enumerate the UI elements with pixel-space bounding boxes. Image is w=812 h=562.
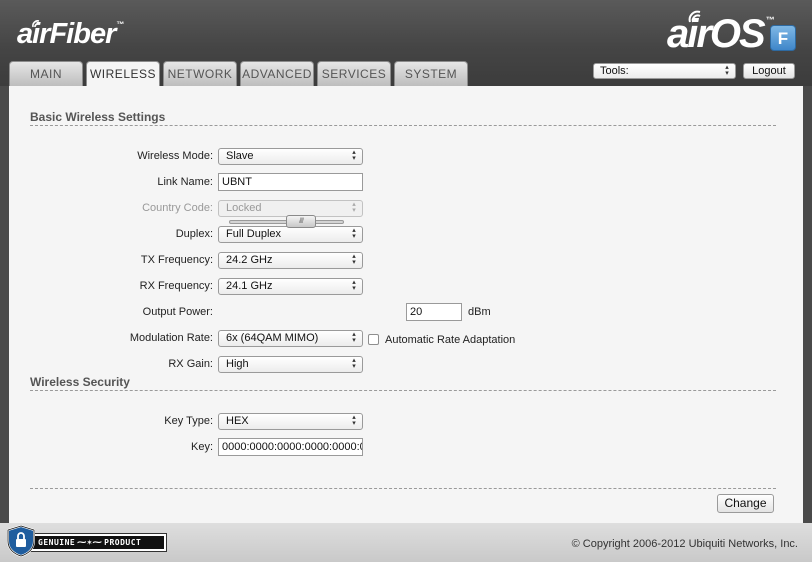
link-name-input[interactable]: UBNT bbox=[218, 173, 363, 191]
airos-tm: ™ bbox=[765, 15, 775, 25]
select-arrows-icon: ▴ ▾ bbox=[725, 64, 729, 77]
rx-frequency-label: RX Frequency: bbox=[139, 280, 213, 292]
key-type-select[interactable]: HEX ▴ ▾ bbox=[218, 413, 363, 430]
genuine-product-bar: GENUINE ⁓✶⁓ PRODUCT bbox=[23, 533, 167, 552]
main-panel: Basic Wireless Settings Wireless Mode: S… bbox=[9, 86, 803, 523]
country-code-label: Country Code: bbox=[142, 202, 213, 214]
shield-lock-icon bbox=[7, 525, 35, 557]
select-arrows-icon: ▴ ▾ bbox=[352, 149, 356, 162]
key-label: Key: bbox=[190, 441, 213, 453]
select-arrows-icon: ▴ ▾ bbox=[352, 414, 356, 427]
output-power-label: Output Power: bbox=[142, 306, 213, 318]
tab-main[interactable]: MAIN bbox=[9, 61, 83, 86]
wireless-mode-label: Wireless Mode: bbox=[137, 150, 213, 162]
key-type-value: HEX bbox=[226, 415, 249, 427]
key-input[interactable]: 0000:0000:0000:0000:0000:0 bbox=[218, 438, 363, 456]
output-power-unit: dBm bbox=[468, 306, 491, 318]
header: airFiber™ airOS ™ F MAIN WIRELESS NETWORK… bbox=[0, 0, 812, 87]
duplex-select[interactable]: Full Duplex ▴ ▾ bbox=[218, 226, 363, 243]
modulation-rate-label: Modulation Rate: bbox=[129, 332, 213, 344]
modulation-rate-select[interactable]: 6x (64QAM MIMO) ▴ ▾ bbox=[218, 330, 363, 347]
section-divider bbox=[30, 125, 776, 126]
signal-arcs-icon bbox=[32, 20, 40, 28]
rx-gain-value: High bbox=[226, 358, 249, 370]
tools-dropdown-label: Tools: bbox=[600, 65, 629, 77]
output-power-slider-handle[interactable]: //// bbox=[286, 215, 316, 228]
genuine-text: GENUINE bbox=[38, 538, 76, 547]
wireless-security-title: Wireless Security bbox=[30, 375, 130, 389]
select-arrows-icon: ▴ ▾ bbox=[352, 279, 356, 292]
tab-wireless[interactable]: WIRELESS bbox=[86, 61, 160, 87]
rx-gain-select[interactable]: High ▴ ▾ bbox=[218, 356, 363, 373]
airos-logo: airOS ™ bbox=[667, 12, 775, 57]
select-arrows-icon: ▴ ▾ bbox=[352, 331, 356, 344]
modulation-rate-value: 6x (64QAM MIMO) bbox=[226, 332, 319, 344]
country-code-value: Locked bbox=[226, 202, 262, 214]
airfiber-tm: ™ bbox=[116, 20, 124, 29]
duplex-value: Full Duplex bbox=[226, 228, 282, 240]
rx-gain-label: RX Gain: bbox=[168, 358, 213, 370]
auto-rate-checkbox[interactable] bbox=[368, 334, 379, 345]
rx-frequency-select[interactable]: 24.1 GHz ▴ ▾ bbox=[218, 278, 363, 295]
product-text: PRODUCT bbox=[104, 538, 142, 547]
wireless-mode-select[interactable]: Slave ▴ ▾ bbox=[218, 148, 363, 165]
copyright-text: © Copyright 2006-2012 Ubiquiti Networks,… bbox=[571, 538, 798, 550]
key-type-label: Key Type: bbox=[164, 415, 213, 427]
auto-rate-label: Automatic Rate Adaptation bbox=[385, 334, 516, 346]
section-divider bbox=[30, 390, 776, 391]
basic-settings-title: Basic Wireless Settings bbox=[30, 110, 166, 124]
rx-frequency-value: 24.1 GHz bbox=[226, 280, 273, 292]
select-arrows-icon: ▴ ▾ bbox=[352, 253, 356, 266]
form-divider bbox=[30, 488, 776, 489]
output-power-input[interactable]: 20 bbox=[406, 303, 462, 321]
genuine-product-badge: GENUINE ⁓✶⁓ PRODUCT bbox=[6, 525, 167, 557]
logout-button[interactable]: Logout bbox=[743, 63, 795, 79]
wireless-mode-value: Slave bbox=[226, 150, 254, 162]
tab-network[interactable]: NETWORK bbox=[163, 61, 237, 86]
link-name-label: Link Name: bbox=[157, 176, 213, 188]
tab-advanced[interactable]: ADVANCED bbox=[240, 61, 314, 86]
tab-services[interactable]: SERVICES bbox=[317, 61, 391, 86]
tx-frequency-select[interactable]: 24.2 GHz ▴ ▾ bbox=[218, 252, 363, 269]
duplex-label: Duplex: bbox=[175, 228, 213, 240]
select-arrows-icon: ▴ ▾ bbox=[352, 227, 356, 240]
airos-logo-text: airOS bbox=[667, 12, 766, 56]
footer: GENUINE ⁓✶⁓ PRODUCT © Copyright 2006-2012 … bbox=[0, 523, 812, 562]
signal-arcs-icon bbox=[688, 10, 701, 23]
ubiquiti-wing-icon: ⁓✶⁓ bbox=[77, 538, 103, 548]
tab-system[interactable]: SYSTEM bbox=[394, 61, 468, 86]
fiber-badge: F bbox=[770, 25, 796, 51]
change-button[interactable]: Change bbox=[717, 494, 774, 513]
select-arrows-icon: ▴ ▾ bbox=[352, 357, 356, 370]
tx-frequency-label: TX Frequency: bbox=[140, 254, 213, 266]
tx-frequency-value: 24.2 GHz bbox=[226, 254, 273, 266]
select-arrows-icon: ▴ ▾ bbox=[352, 201, 356, 214]
tools-dropdown[interactable]: Tools: ▴ ▾ bbox=[593, 63, 736, 79]
